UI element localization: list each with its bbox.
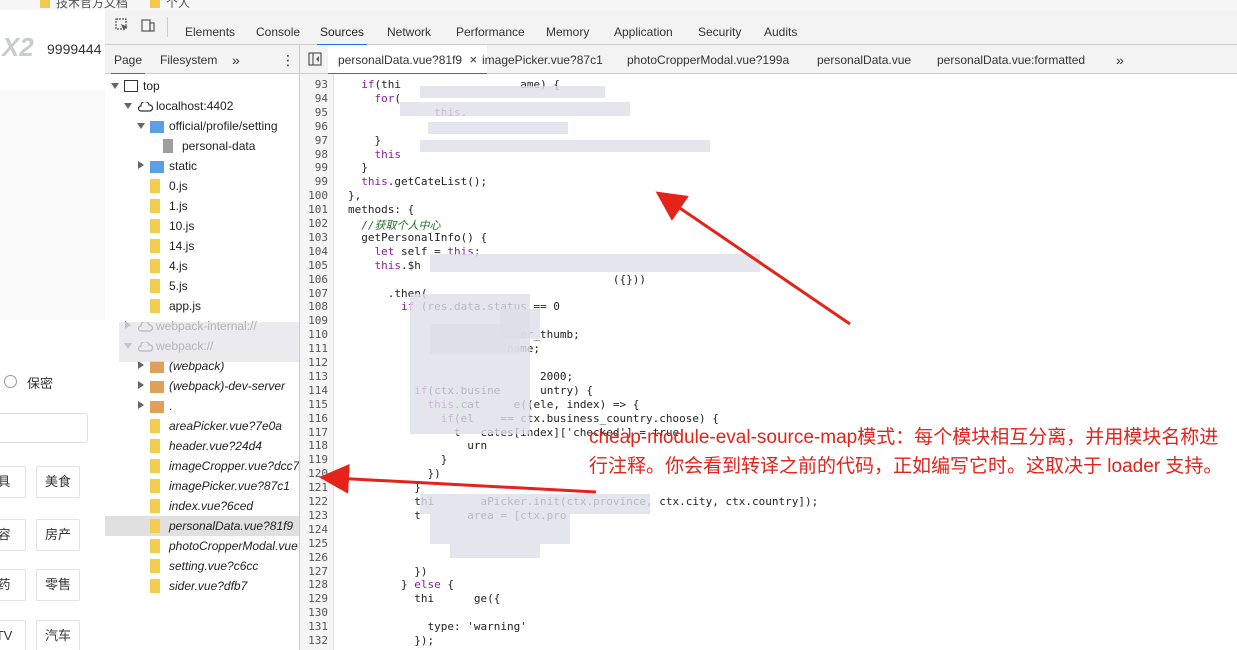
arrow-to-code [655,191,851,326]
arrow-to-file-tree [319,463,597,494]
annotation-arrows [319,191,851,494]
